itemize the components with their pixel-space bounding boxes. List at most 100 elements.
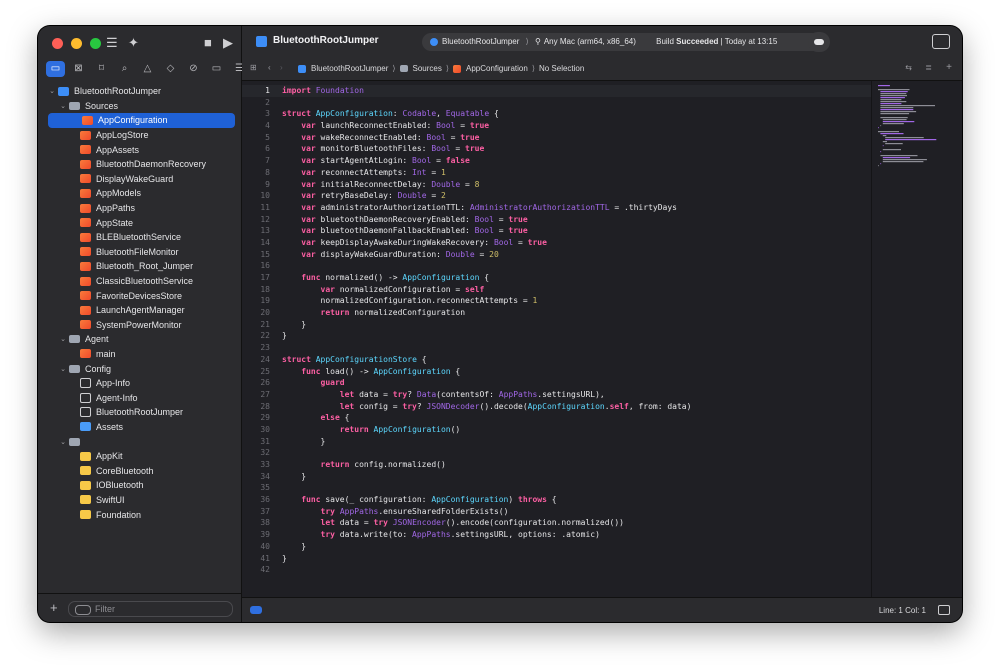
code-line[interactable]: 10 var retryBaseDelay: Double = 2	[242, 190, 871, 202]
related-items-icon[interactable]: ⇆	[905, 63, 912, 72]
tree-item[interactable]: SwiftUI	[38, 493, 241, 508]
code-line[interactable]: 38 let data = try JSONEncoder().encode(c…	[242, 517, 871, 529]
code-line[interactable]: 16	[242, 260, 871, 272]
tree-item[interactable]: AppKit	[38, 449, 241, 464]
tree-item[interactable]: ⌄ Config	[38, 361, 241, 376]
code-line[interactable]: 5 var wakeReconnectEnabled: Bool = true	[242, 132, 871, 144]
filter-options-icon[interactable]	[75, 604, 91, 615]
code-line[interactable]: 4 var launchReconnectEnabled: Bool = tru…	[242, 120, 871, 132]
tree-item[interactable]: Assets	[38, 420, 241, 435]
tree-item[interactable]: BluetoothFileMonitor	[38, 245, 241, 260]
issues-tab[interactable]: △	[138, 61, 157, 77]
code-line[interactable]: 24 struct AppConfigurationStore {	[242, 354, 871, 366]
breadcrumb-project[interactable]: BluetoothRootJumper	[311, 64, 388, 73]
tree-item[interactable]: LaunchAgentManager	[38, 303, 241, 318]
tree-item[interactable]: AppModels	[38, 186, 241, 201]
add-icon[interactable]: +	[50, 600, 58, 616]
tree-item[interactable]: AppState	[38, 215, 241, 230]
tree-item[interactable]: AppConfiguration	[48, 113, 235, 128]
code-line[interactable]: 31 }	[242, 436, 871, 448]
code-line[interactable]: 25 func load() -> AppConfiguration {	[242, 366, 871, 378]
tree-item[interactable]: main	[38, 347, 241, 362]
tree-item[interactable]: BluetoothDaemonRecovery	[38, 157, 241, 172]
code-line[interactable]: 41}	[242, 553, 871, 565]
code-line[interactable]: 12 var bluetoothDaemonRecoveryEnabled: B…	[242, 214, 871, 226]
code-line[interactable]: 7 var startAgentAtLogin: Bool = false	[242, 155, 871, 167]
code-line[interactable]: 35	[242, 482, 871, 494]
grid-icon[interactable]: ⊞	[250, 63, 257, 72]
forward-icon[interactable]: ›	[280, 63, 283, 72]
code-line[interactable]: 13 var bluetoothDaemonFallbackEnabled: B…	[242, 225, 871, 237]
code-line[interactable]: 18 var normalizedConfiguration = self	[242, 284, 871, 296]
close-window-button[interactable]	[52, 38, 63, 49]
code-line[interactable]: 19 normalizedConfiguration.reconnectAtte…	[242, 295, 871, 307]
split-view-icon[interactable]	[938, 605, 950, 615]
library-icon[interactable]: ✦	[128, 35, 139, 51]
stop-button[interactable]: ■	[204, 35, 212, 51]
code-line[interactable]: 21 }	[242, 319, 871, 331]
code-line[interactable]: 32	[242, 447, 871, 459]
code-line[interactable]: 3 struct AppConfiguration: Codable, Equat…	[242, 108, 871, 120]
run-button[interactable]: ▶	[223, 35, 233, 51]
breakpoints-tab[interactable]: ▭	[207, 61, 226, 77]
breadcrumb-folder[interactable]: Sources	[413, 64, 442, 73]
editor-options-icon[interactable]: ≣	[925, 63, 932, 72]
breadcrumb-symbol[interactable]: No Selection	[539, 64, 584, 73]
code-line[interactable]: 9 var initialReconnectDelay: Double = 8	[242, 179, 871, 191]
code-line[interactable]: 40 }	[242, 541, 871, 553]
bookmarks-tab[interactable]: ⌑	[92, 61, 111, 77]
navigator-toggle-icon[interactable]: ☰	[106, 35, 118, 51]
tests-tab[interactable]: ◇	[161, 61, 180, 77]
tree-item[interactable]: DisplayWakeGuard	[38, 172, 241, 187]
tree-item[interactable]: Foundation	[38, 507, 241, 522]
tree-item[interactable]: ⌄	[38, 434, 241, 449]
code-line[interactable]: 1 import Foundation	[242, 85, 871, 97]
code-line[interactable]: 28 let config = try? JSONDecoder().decod…	[242, 401, 871, 413]
tree-item[interactable]: FavoriteDevicesStore	[38, 288, 241, 303]
disclosure-chevron-icon[interactable]: ⌄	[59, 102, 67, 110]
code-line[interactable]: 42	[242, 564, 871, 576]
tree-item[interactable]: CoreBluetooth	[38, 463, 241, 478]
code-line[interactable]: 23	[242, 342, 871, 354]
tree-item[interactable]: Agent-Info	[38, 390, 241, 405]
scheme-name[interactable]: BluetoothRootJumper	[442, 37, 519, 46]
disclosure-chevron-icon[interactable]: ⌄	[59, 365, 67, 373]
disclosure-chevron-icon[interactable]: ⌄	[48, 87, 56, 95]
zoom-window-button[interactable]	[90, 38, 101, 49]
code-line[interactable]: 26 guard	[242, 377, 871, 389]
tree-item[interactable]: AppPaths	[38, 201, 241, 216]
tree-item[interactable]: AppAssets	[38, 142, 241, 157]
code-line[interactable]: 11 var administratorAuthorizationTTL: Ad…	[242, 202, 871, 214]
minimap[interactable]	[871, 81, 962, 597]
destination[interactable]: Any Mac (arm64, x86_64)	[544, 37, 636, 46]
activity-view[interactable]: BluetoothRootJumper ⟩ ⚲ Any Mac (arm64, x…	[422, 33, 822, 51]
code-line[interactable]: 33 return config.normalized()	[242, 459, 871, 471]
code-line[interactable]: 27 let data = try? Data(contentsOf: AppP…	[242, 389, 871, 401]
tree-item[interactable]: SystemPowerMonitor	[38, 318, 241, 333]
tree-item[interactable]: IOBluetooth	[38, 478, 241, 493]
tree-item[interactable]: BluetoothRootJumper	[38, 405, 241, 420]
debug-area-toggle[interactable]	[250, 606, 262, 614]
code-line[interactable]: 39 try data.write(to: AppPaths.settingsU…	[242, 529, 871, 541]
code-line[interactable]: 22}	[242, 330, 871, 342]
code-line[interactable]: 15 var displayWakeGuardDuration: Double …	[242, 249, 871, 261]
breadcrumb-file[interactable]: AppConfiguration	[466, 64, 528, 73]
back-icon[interactable]: ‹	[268, 63, 271, 72]
code-line[interactable]: 36 func save(_ configuration: AppConfigu…	[242, 494, 871, 506]
project-navigator-tab[interactable]: ▭	[46, 61, 65, 77]
tree-item[interactable]: AppLogStore	[38, 128, 241, 143]
code-line[interactable]: 14 var keepDisplayAwakeDuringWakeRecover…	[242, 237, 871, 249]
code-line[interactable]: 2	[242, 97, 871, 109]
code-line[interactable]: 20 return normalizedConfiguration	[242, 307, 871, 319]
code-line[interactable]: 30 return AppConfiguration()	[242, 424, 871, 436]
disclosure-chevron-icon[interactable]: ⌄	[59, 335, 67, 343]
filter-field[interactable]: Filter	[68, 601, 233, 617]
source-control-tab[interactable]: ⊠	[69, 61, 88, 77]
code-line[interactable]: 37 try AppPaths.ensureSharedFolderExists…	[242, 506, 871, 518]
tree-item[interactable]: Bluetooth_Root_Jumper	[38, 259, 241, 274]
code-line[interactable]: 29 else {	[242, 412, 871, 424]
code-line[interactable]: 8 var reconnectAttempts: Int = 1	[242, 167, 871, 179]
tree-item[interactable]: ⌄ Agent	[38, 332, 241, 347]
add-editor-icon[interactable]: +	[946, 62, 952, 73]
debug-tab[interactable]: ⊘	[184, 61, 203, 77]
